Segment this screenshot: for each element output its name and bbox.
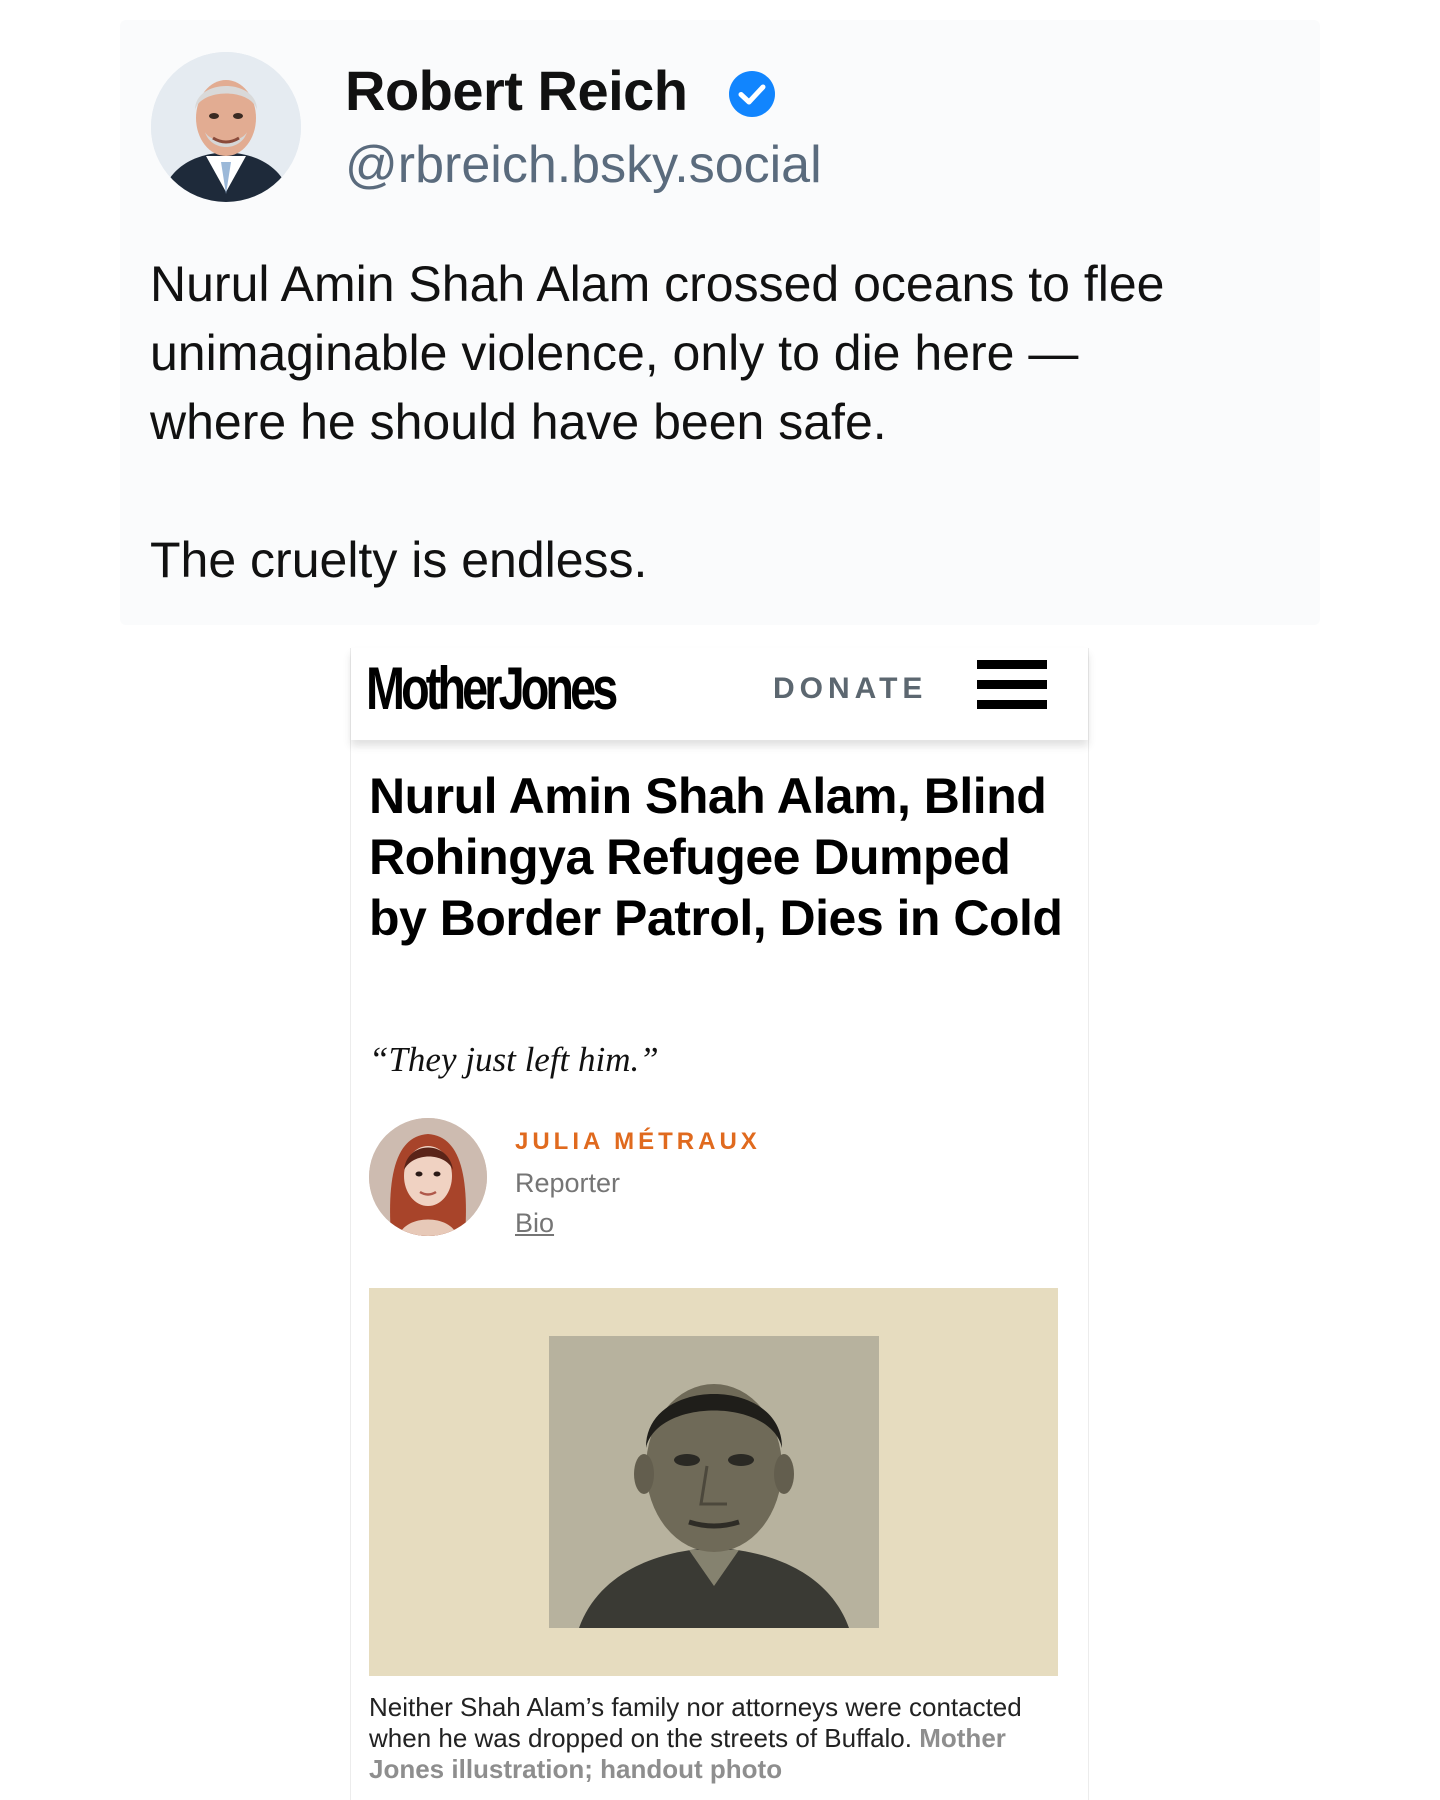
reporter-name[interactable]: JULIA MÉTRAUX xyxy=(515,1128,761,1156)
article-headline: Nurul Amin Shah Alam, Blind Rohingya Ref… xyxy=(369,768,1063,946)
verified-badge-icon xyxy=(729,71,775,117)
embedded-article-screenshot[interactable]: MotherJones DONATE Nurul Amin Shah Alam,… xyxy=(350,648,1089,1800)
reporter-bio-link[interactable]: Bio xyxy=(515,1208,554,1239)
author-handle[interactable]: @rbreich.bsky.social xyxy=(345,135,822,195)
reporter-avatar xyxy=(369,1118,487,1236)
article-hero-image xyxy=(369,1288,1058,1676)
post-text: Nurul Amin Shah Alam crossed oceans to f… xyxy=(150,250,1320,595)
author-name[interactable]: Robert Reich xyxy=(345,58,688,123)
image-caption: Neither Shah Alam’s family nor attorneys… xyxy=(369,1692,1069,1785)
reporter-role: Reporter xyxy=(515,1168,621,1198)
article-dek: “They just left him.” xyxy=(369,1040,659,1079)
author-avatar[interactable] xyxy=(151,52,301,202)
post-paragraph: The cruelty is endless. xyxy=(150,532,648,588)
article-site-header: MotherJones DONATE xyxy=(351,648,1088,740)
post-paragraph: Nurul Amin Shah Alam crossed oceans to f… xyxy=(150,256,1165,450)
portrait-illustration xyxy=(549,1336,879,1628)
donate-link[interactable]: DONATE xyxy=(773,672,927,706)
avatar-portrait xyxy=(151,52,301,202)
reporter-portrait xyxy=(369,1118,487,1236)
site-logo[interactable]: MotherJones xyxy=(366,654,618,723)
hamburger-menu-icon[interactable] xyxy=(977,660,1047,718)
subject-portrait xyxy=(549,1336,879,1628)
